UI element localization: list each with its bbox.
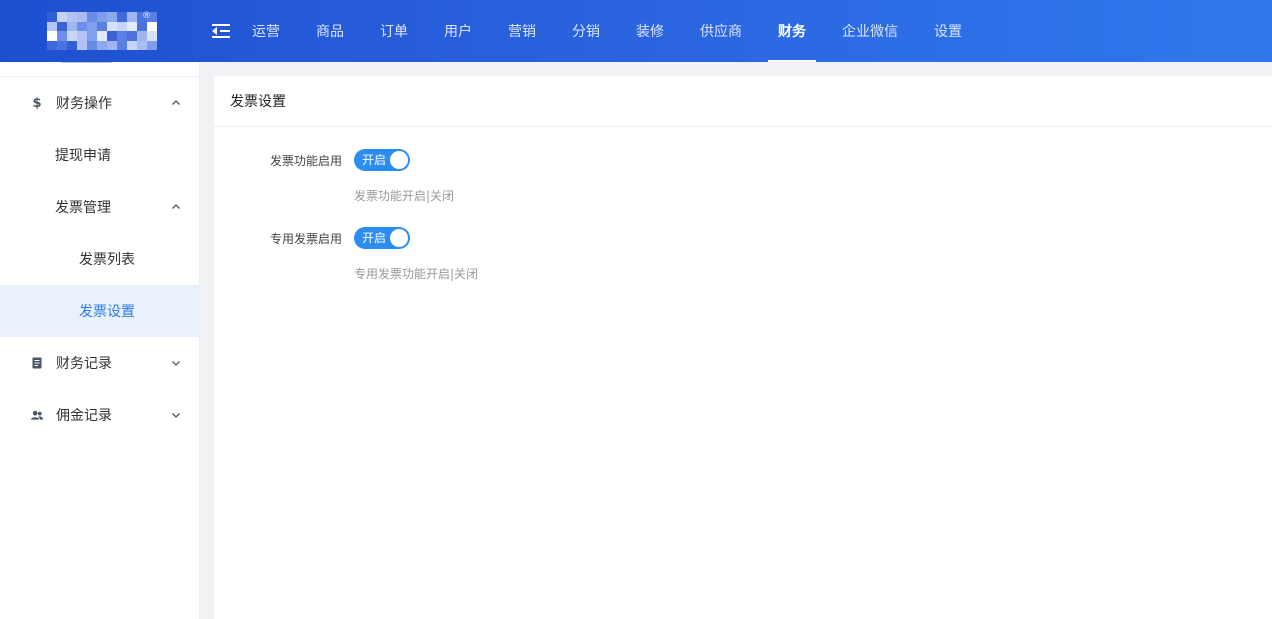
logo-registered-mark: ® (142, 11, 151, 21)
chevron-up-icon (171, 202, 181, 212)
sidebar-item-label: 提现申请 (55, 148, 111, 164)
special-invoice-enable-label: 专用发票启用 (269, 231, 342, 246)
nav-item-wecom[interactable]: 企业微信 (824, 0, 916, 62)
page-title: 发票设置 (214, 76, 1272, 127)
chevron-down-icon (171, 410, 181, 420)
menu-collapse-icon[interactable] (212, 24, 230, 38)
switch-text: 开启 (362, 153, 387, 167)
sidebar-scroll-edge (0, 62, 199, 77)
sidebar-item-invoice-settings[interactable]: 发票设置 (0, 285, 199, 337)
sidebar-group-commission-records[interactable]: 佣金记录 (0, 389, 199, 441)
dollar-icon: $ (32, 95, 42, 111)
form-row-special-invoice-enable: 专用发票启用 开启 (214, 226, 814, 250)
sidebar-item-label: 发票管理 (55, 200, 111, 216)
switch-knob (390, 229, 408, 247)
sidebar-group-label: 佣金记录 (56, 408, 112, 424)
sidebar-item-invoice-list[interactable]: 发票列表 (0, 233, 199, 285)
logo[interactable]: ® (0, 0, 200, 62)
sidebar-group-label: 财务记录 (56, 356, 112, 372)
nav-item-finance[interactable]: 财务 (760, 0, 824, 62)
sidebar-item-label: 发票列表 (79, 252, 135, 268)
switch-knob (390, 151, 408, 169)
special-invoice-enable-switch[interactable]: 开启 (354, 227, 410, 249)
invoice-enable-help: 发票功能开启|关闭 (354, 189, 455, 203)
top-header: ® 运营 商品 订单 用户 营销 分销 装修 供应商 财务 企业微信 设置 (0, 0, 1272, 62)
nav-item-orders[interactable]: 订单 (362, 0, 426, 62)
nav-item-settings[interactable]: 设置 (916, 0, 980, 62)
sidebar: $ 财务操作 提现申请 发票管理 发票列表 发票设置 财务记录 佣金记录 (0, 62, 200, 619)
sidebar-item-label: 发票设置 (79, 304, 135, 320)
nav-item-marketing[interactable]: 营销 (490, 0, 554, 62)
sidebar-group-finance-records[interactable]: 财务记录 (0, 337, 199, 389)
nav-item-users[interactable]: 用户 (426, 0, 490, 62)
form-row-invoice-enable: 发票功能启用 开启 (214, 148, 814, 172)
nav-item-products[interactable]: 商品 (298, 0, 362, 62)
chevron-down-icon (171, 358, 181, 368)
sidebar-item-withdraw[interactable]: 提现申请 (0, 129, 199, 181)
sidebar-item-invoice-manage[interactable]: 发票管理 (0, 181, 199, 233)
top-nav: 运营 商品 订单 用户 营销 分销 装修 供应商 财务 企业微信 设置 (252, 0, 980, 62)
sidebar-group-finance-ops[interactable]: $ 财务操作 (0, 77, 199, 129)
document-icon (31, 357, 43, 369)
nav-item-suppliers[interactable]: 供应商 (682, 0, 760, 62)
logo-image (47, 12, 157, 50)
nav-item-decoration[interactable]: 装修 (618, 0, 682, 62)
special-invoice-enable-help: 专用发票功能开启|关闭 (354, 267, 479, 281)
main-panel: 发票设置 发票功能启用 开启 发票功能开启|关闭 专用发票启用 开启 专用发票功… (214, 76, 1272, 619)
nav-item-operations[interactable]: 运营 (252, 0, 298, 62)
invoice-enable-switch[interactable]: 开启 (354, 149, 410, 171)
users-icon (31, 410, 43, 421)
chevron-up-icon (171, 98, 181, 108)
switch-text: 开启 (362, 231, 387, 245)
sidebar-group-label: 财务操作 (56, 96, 112, 112)
invoice-enable-label: 发票功能启用 (269, 153, 342, 168)
nav-item-distribution[interactable]: 分销 (554, 0, 618, 62)
